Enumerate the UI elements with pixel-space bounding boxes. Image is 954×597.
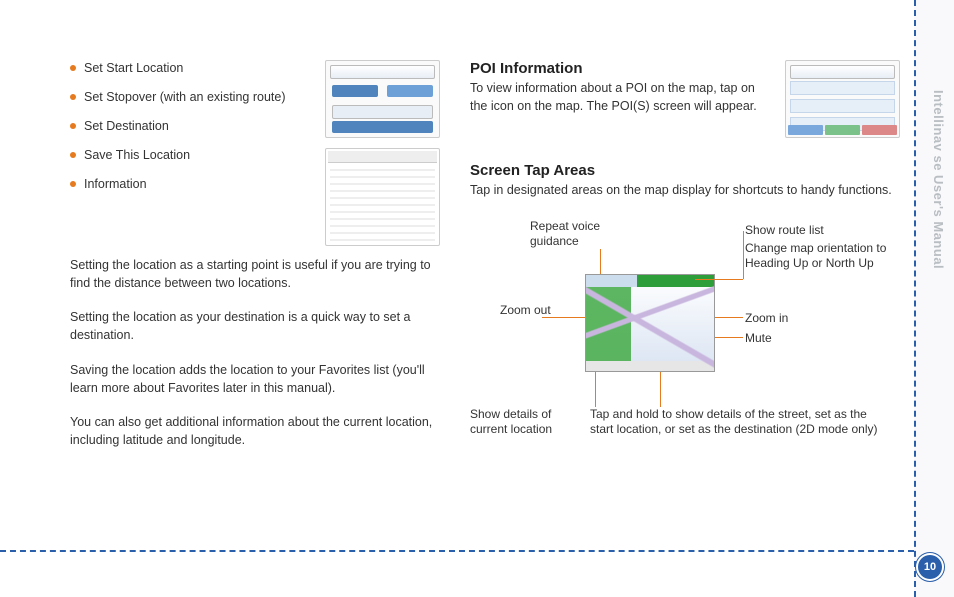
- label-zoom-in: Zoom in: [745, 311, 788, 326]
- location-options-list: Set Start Location Set Stopover (with an…: [70, 60, 309, 192]
- map-screenshot: [585, 274, 715, 372]
- label-tap-hold: Tap and hold to show details of the stre…: [590, 407, 880, 437]
- page-body: Set Start Location Set Stopover (with an…: [0, 0, 954, 560]
- list-item: Set Start Location: [70, 60, 309, 77]
- list-item: Information: [70, 176, 309, 193]
- tap-areas-diagram: Repeat voice guidance Zoom out Show deta…: [470, 219, 900, 479]
- screenshot-current-location: [325, 148, 440, 246]
- paragraph: Saving the location adds the location to…: [70, 361, 440, 397]
- poi-paragraph: To view information about a POI on the m…: [470, 79, 773, 115]
- label-zoom-out: Zoom out: [500, 303, 560, 318]
- label-mute: Mute: [745, 331, 772, 346]
- label-repeat-voice: Repeat voice guidance: [530, 219, 630, 249]
- tap-areas-paragraph: Tap in designated areas on the map displ…: [470, 181, 900, 199]
- list-item: Set Stopover (with an existing route): [70, 89, 309, 106]
- paragraph: Setting the location as your destination…: [70, 308, 440, 344]
- paragraph: You can also get additional information …: [70, 413, 440, 449]
- list-item: Set Destination: [70, 118, 309, 135]
- list-item: Save This Location: [70, 147, 309, 164]
- footer-dashed-line: [0, 550, 914, 552]
- screenshot-thumbnails: [325, 60, 440, 256]
- right-column: POI Information To view information abou…: [470, 60, 900, 530]
- book-title-vertical: Intellinav se User's Manual: [931, 90, 946, 269]
- page-number-badge: 10: [918, 555, 942, 579]
- paragraph: Setting the location as a starting point…: [70, 256, 440, 292]
- tap-areas-heading: Screen Tap Areas: [470, 162, 900, 179]
- left-column: Set Start Location Set Stopover (with an…: [70, 60, 440, 530]
- label-show-details: Show details of current location: [470, 407, 580, 437]
- poi-heading: POI Information: [470, 60, 773, 77]
- screenshot-location-menu: [325, 60, 440, 138]
- label-show-route: Show route list: [745, 223, 824, 238]
- screenshot-poi-list: [785, 60, 900, 138]
- label-change-orientation: Change map orientation to Heading Up or …: [745, 241, 895, 271]
